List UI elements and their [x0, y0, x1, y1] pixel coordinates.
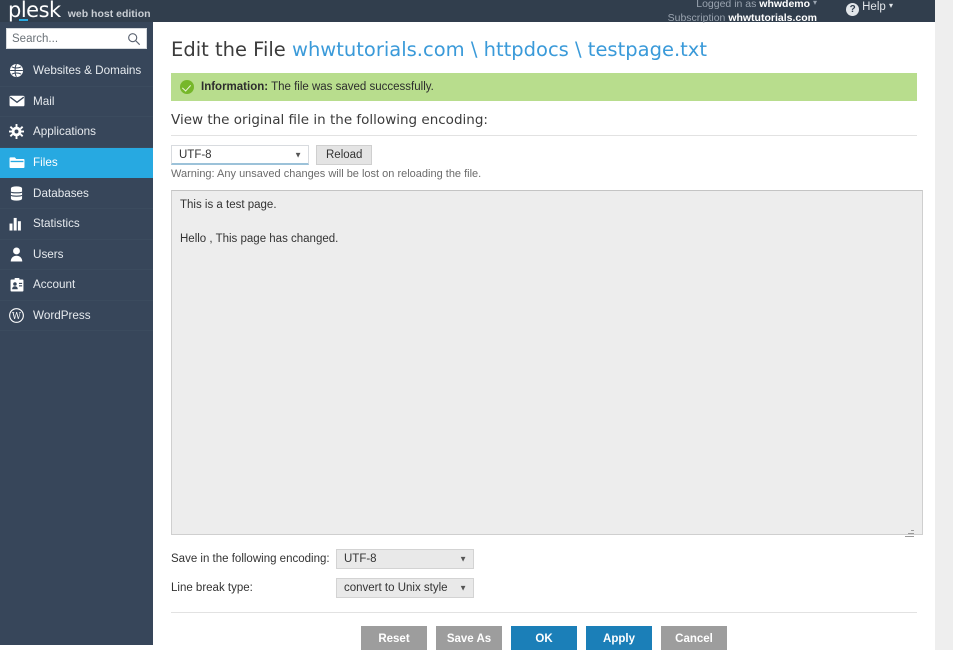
svg-text:W: W: [12, 312, 22, 322]
top-bar: plesk web host edition Logged in as whwd…: [0, 0, 935, 22]
sidebar-search: [0, 22, 153, 56]
sidebar-item-applications[interactable]: Applications: [0, 117, 153, 148]
sidebar-item-account[interactable]: Account: [0, 270, 153, 301]
file-content-textarea[interactable]: [171, 190, 923, 535]
help-menu[interactable]: ?Help ▾: [846, 1, 893, 16]
line-break-select[interactable]: convert to Unix style ▼: [336, 578, 474, 598]
chevron-down-icon: ▼: [459, 555, 467, 564]
page-title-prefix: Edit the File: [171, 38, 286, 61]
page-scrollbar-track[interactable]: [935, 0, 953, 650]
sidebar-item-users[interactable]: Users: [0, 240, 153, 271]
bar-chart-icon: [8, 216, 25, 232]
logged-in-label: Logged in as: [696, 0, 756, 10]
logo-accent-underline: [19, 19, 28, 21]
search-box[interactable]: [6, 28, 147, 49]
sidebar-item-label: Databases: [33, 187, 89, 200]
sidebar-item-label: Users: [33, 248, 64, 261]
save-encoding-value: UTF-8: [344, 553, 377, 565]
form-divider: [171, 612, 917, 613]
chevron-down-icon: ▾: [889, 1, 893, 10]
sidebar-bottom-filler: [0, 645, 153, 650]
cancel-button[interactable]: Cancel: [661, 626, 727, 650]
line-break-label: Line break type:: [171, 582, 336, 594]
line-break-row: Line break type: convert to Unix style ▼: [171, 578, 917, 598]
sidebar-item-wordpress[interactable]: W WordPress: [0, 301, 153, 332]
reload-button[interactable]: Reload: [316, 145, 372, 165]
reset-button[interactable]: Reset: [361, 626, 427, 650]
success-check-icon: [180, 80, 194, 94]
save-encoding-label: Save in the following encoding:: [171, 553, 336, 565]
view-encoding-select[interactable]: UTF-8 ▼: [171, 145, 309, 165]
folder-icon: [8, 155, 25, 171]
chevron-down-icon: ▼: [459, 584, 467, 593]
subscription-row: Subscription whwtutorials.com: [668, 11, 817, 25]
view-encoding-row: UTF-8 ▼ Reload: [171, 145, 917, 165]
account-info: Logged in as whwdemo ▾ Subscription whwt…: [668, 0, 817, 25]
form-button-row: Reset Save As OK Apply Cancel: [169, 626, 919, 650]
sidebar-item-label: Websites & Domains: [33, 64, 141, 77]
search-icon: [127, 32, 141, 46]
sidebar-item-label: WordPress: [33, 309, 91, 322]
envelope-icon: [8, 93, 25, 109]
sidebar-item-label: Applications: [33, 125, 96, 138]
save-encoding-row: Save in the following encoding: UTF-8 ▼: [171, 549, 917, 569]
sidebar-item-label: Files: [33, 156, 58, 169]
sidebar: Websites & Domains Mail: [0, 22, 153, 645]
plesk-app-window: plesk web host edition Logged in as whwd…: [0, 0, 953, 650]
sidebar-item-label: Statistics: [33, 217, 80, 230]
help-label: Help: [862, 1, 886, 13]
sidebar-item-databases[interactable]: Databases: [0, 178, 153, 209]
apply-button[interactable]: Apply: [586, 626, 652, 650]
save-encoding-select[interactable]: UTF-8 ▼: [336, 549, 474, 569]
file-path-link[interactable]: whwtutorials.com \ httpdocs \ testpage.t…: [292, 38, 707, 61]
logo-edition-label: web host edition: [68, 8, 151, 20]
status-message-label: Information:: [201, 81, 268, 93]
database-icon: [8, 185, 25, 201]
logged-in-username: whwdemo: [759, 0, 810, 10]
chevron-down-icon: ▼: [294, 150, 302, 159]
plesk-logo[interactable]: plesk web host edition: [8, 0, 151, 22]
chevron-down-icon: ▾: [813, 0, 817, 7]
page-title: Edit the File whwtutorials.com \ httpdoc…: [171, 38, 919, 61]
sidebar-item-statistics[interactable]: Statistics: [0, 209, 153, 240]
subscription-label: Subscription: [668, 12, 726, 24]
status-message-text: The file was saved successfully.: [271, 81, 434, 93]
view-encoding-heading: View the original file in the following …: [171, 112, 917, 136]
status-message-banner: Information: The file was saved successf…: [171, 73, 917, 101]
reload-warning-text: Warning: Any unsaved changes will be los…: [171, 168, 917, 180]
globe-icon: [8, 63, 25, 79]
sidebar-item-label: Account: [33, 278, 75, 291]
save-as-button[interactable]: Save As: [436, 626, 502, 650]
logo-wordmark: plesk: [8, 0, 61, 22]
sidebar-item-websites-domains[interactable]: Websites & Domains: [0, 56, 153, 87]
ok-button[interactable]: OK: [511, 626, 577, 650]
user-icon: [8, 246, 25, 262]
id-card-icon: [8, 277, 25, 293]
logged-in-row[interactable]: Logged in as whwdemo ▾: [668, 0, 817, 11]
view-encoding-value: UTF-8: [179, 149, 212, 161]
gear-icon: [8, 124, 25, 140]
main-content: Edit the File whwtutorials.com \ httpdoc…: [153, 22, 935, 650]
question-mark-icon: ?: [846, 3, 859, 16]
search-input[interactable]: [7, 29, 146, 48]
sidebar-item-label: Mail: [33, 95, 54, 108]
line-break-value: convert to Unix style: [344, 582, 448, 594]
sidebar-item-mail[interactable]: Mail: [0, 87, 153, 118]
wordpress-icon: W: [8, 308, 25, 324]
subscription-value: whwtutorials.com: [728, 12, 817, 24]
sidebar-item-files[interactable]: Files: [0, 148, 153, 179]
file-editor-wrapper: [171, 190, 917, 540]
